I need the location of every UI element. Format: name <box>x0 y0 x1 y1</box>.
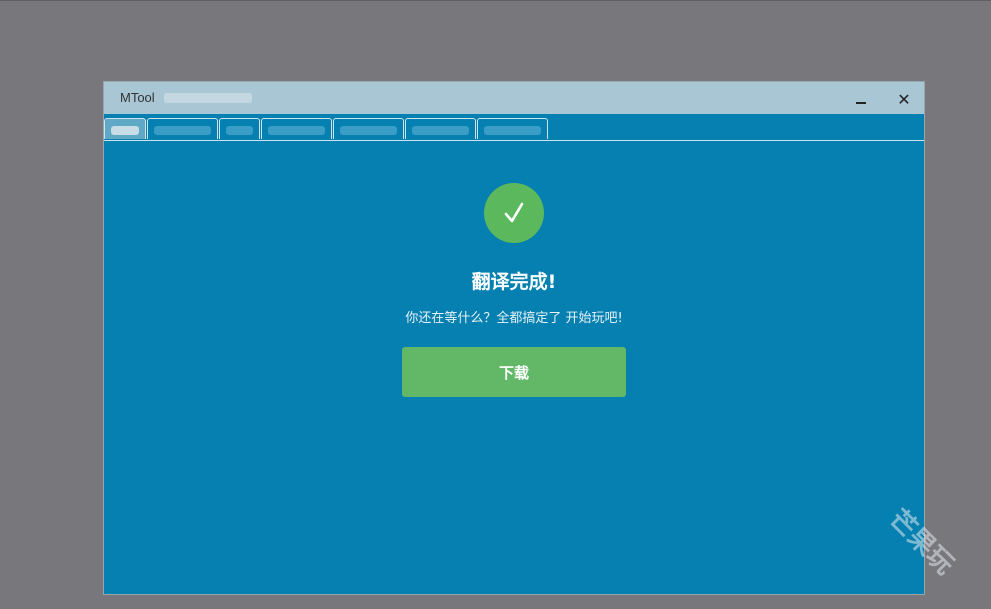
tab-strip <box>104 114 924 141</box>
tab-label <box>268 126 325 135</box>
tab-7[interactable] <box>477 118 548 139</box>
tab-label <box>412 126 469 135</box>
tab-5[interactable] <box>333 118 404 139</box>
title-bar[interactable]: MTool ✕ <box>104 82 924 114</box>
close-button[interactable]: ✕ <box>890 88 918 110</box>
tab-3[interactable] <box>219 118 260 139</box>
tab-2[interactable] <box>147 118 218 139</box>
completion-heading: 翻译完成! <box>471 271 557 293</box>
check-circle-icon <box>484 183 544 243</box>
title-redacted-text <box>164 93 252 103</box>
main-content: 翻译完成! 你还在等什么？全都搞定了 开始玩吧! 下载 <box>104 141 924 594</box>
mtool-window: MTool ✕ 翻译完成! 你还在等什么？全都搞定了 开始玩吧! 下载 <box>103 81 925 595</box>
tab-label <box>111 126 139 135</box>
minimize-button[interactable] <box>847 88 875 110</box>
tab-label <box>484 126 541 135</box>
close-icon: ✕ <box>897 89 911 109</box>
screen-top-edge <box>0 0 991 1</box>
tab-4[interactable] <box>261 118 332 139</box>
minimize-icon <box>856 102 866 104</box>
tab-label <box>154 126 211 135</box>
checkmark-icon <box>504 202 524 223</box>
tab-1[interactable] <box>104 118 146 139</box>
window-title: MTool <box>120 90 155 105</box>
completion-subtitle: 你还在等什么？全都搞定了 开始玩吧! <box>405 311 623 326</box>
tab-label <box>226 126 253 135</box>
tab-6[interactable] <box>405 118 476 139</box>
tab-label <box>340 126 397 135</box>
download-button[interactable]: 下载 <box>402 347 626 397</box>
